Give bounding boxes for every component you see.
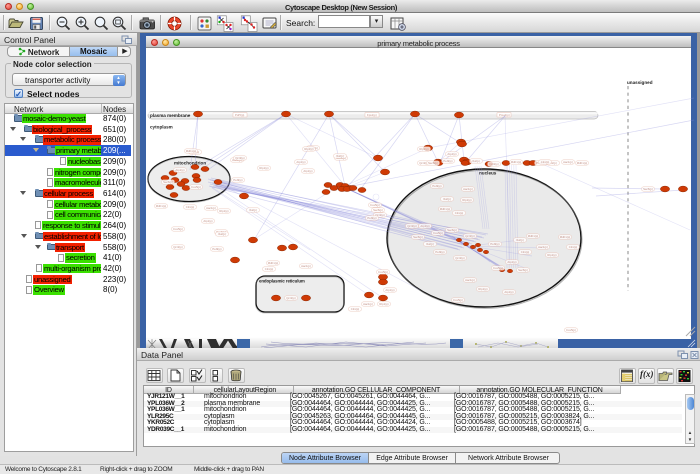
svg-text:Cox5(p): Cox5(p) [370,203,380,207]
svg-text:Atp1(p): Atp1(p) [420,224,429,228]
svg-text:Sec6(p): Sec6(p) [643,187,653,191]
svg-text:Sec6(p): Sec6(p) [447,228,457,232]
svg-text:Pet9(p): Pet9(p) [432,184,441,188]
svg-text:Atp1(p): Atp1(p) [203,219,212,223]
svg-text:Cit1(p): Cit1(p) [521,250,529,254]
svg-text:Atp1(p): Atp1(p) [296,160,305,164]
svg-text:Qcr2(p): Qcr2(p) [286,296,296,300]
svg-text:Pet9(p): Pet9(p) [490,242,499,246]
svg-text:Mdh1(p): Mdh1(p) [560,235,570,239]
svg-text:Cit1(p): Cit1(p) [186,205,194,209]
svg-text:Cox5(p): Cox5(p) [566,328,576,332]
svg-text:Rip1(p): Rip1(p) [379,302,388,306]
svg-text:Atp1(p): Atp1(p) [175,168,184,172]
svg-text:Cox5(p): Cox5(p) [173,227,183,231]
svg-text:Cox5(p): Cox5(p) [453,298,463,302]
svg-text:Qcr2(p): Qcr2(p) [465,234,475,238]
svg-text:Qcr2(p): Qcr2(p) [235,156,245,160]
svg-text:plasma membrane: plasma membrane [150,113,191,118]
svg-text:Cox5(p): Cox5(p) [433,231,443,235]
svg-text:Cox5(p): Cox5(p) [191,185,201,189]
svg-text:Pdr5(p): Pdr5(p) [235,113,244,117]
svg-text:unassigned: unassigned [627,80,653,85]
svg-text:Aac1(p): Aac1(p) [463,187,473,191]
svg-text:Qcr2(p): Qcr2(p) [489,162,499,166]
svg-text:Cit1(p): Cit1(p) [541,160,549,164]
svg-text:Cit1(p): Cit1(p) [569,245,577,249]
svg-text:Mdh1(p): Mdh1(p) [511,160,521,164]
svg-text:Mdh1(p): Mdh1(p) [440,207,450,211]
svg-text:Mdh1(p): Mdh1(p) [186,149,196,153]
svg-text:Mdh1(p): Mdh1(p) [268,261,278,265]
svg-text:Rip1(p): Rip1(p) [462,198,471,202]
svg-text:Atp1(p): Atp1(p) [507,260,516,264]
svg-text:Ilv2(p): Ilv2(p) [472,159,480,163]
svg-text:Ilv2(p): Ilv2(p) [249,208,257,212]
svg-text:Cox5(p): Cox5(p) [493,266,503,270]
svg-text:Aac1(p): Aac1(p) [363,302,373,306]
svg-text:Rip1(p): Rip1(p) [547,253,556,257]
svg-text:Qcr2(p): Qcr2(p) [407,224,417,228]
svg-text:Aac1(p): Aac1(p) [206,206,216,210]
svg-text:Atp1(p): Atp1(p) [303,169,312,173]
svg-text:Atp1(p): Atp1(p) [385,288,394,292]
svg-text:Pet9(p): Pet9(p) [443,159,452,163]
svg-text:Cit1(p): Cit1(p) [351,307,359,311]
svg-text:Atp1(p): Atp1(p) [447,152,456,156]
svg-text:Cit1(p): Cit1(p) [455,211,463,215]
svg-text:Sec6(p): Sec6(p) [413,235,423,239]
svg-text:Ilv2(p): Ilv2(p) [218,232,226,236]
svg-text:cytoplasm: cytoplasm [150,125,173,130]
svg-text:Sec6(p): Sec6(p) [518,268,528,272]
svg-text:Pet9(p): Pet9(p) [233,178,242,182]
svg-text:Ilv2(p): Ilv2(p) [443,197,451,201]
svg-text:Cox5(p): Cox5(p) [378,270,388,274]
svg-text:Aac1(p): Aac1(p) [465,278,475,282]
svg-text:Mdh1(p): Mdh1(p) [577,161,587,165]
svg-text:endoplasmic reticulum: endoplasmic reticulum [259,279,305,284]
svg-text:Pet9(p): Pet9(p) [435,250,444,254]
svg-text:Ilv2(p): Ilv2(p) [426,242,434,246]
svg-text:Pet9(p): Pet9(p) [367,216,376,220]
svg-text:Fps1(p): Fps1(p) [367,113,377,117]
svg-text:Rip1(p): Rip1(p) [304,147,313,151]
svg-text:Pet9(p): Pet9(p) [212,247,221,251]
svg-text:Qcr2(p): Qcr2(p) [455,256,465,260]
svg-text:Ilv2(p): Ilv2(p) [516,238,524,242]
svg-text:Rip1(p): Rip1(p) [259,166,268,170]
svg-text:Cit1(p): Cit1(p) [265,267,273,271]
svg-text:Sec6(p): Sec6(p) [428,161,438,165]
svg-text:Rip1(p): Rip1(p) [219,209,228,213]
svg-text:Mdh1(p): Mdh1(p) [528,234,538,238]
svg-text:Aac1(p): Aac1(p) [538,245,548,249]
svg-text:Qcr2(p): Qcr2(p) [173,245,183,249]
svg-text:Atp1(p): Atp1(p) [504,290,513,294]
svg-text:Aac1(p): Aac1(p) [563,160,573,164]
svg-text:Aac1(p): Aac1(p) [301,264,311,268]
svg-text:Mdh1(p): Mdh1(p) [156,204,166,208]
svg-text:Rip1(p): Rip1(p) [478,287,487,291]
svg-text:Sec6(p): Sec6(p) [373,208,383,212]
svg-text:Rip1(p): Rip1(p) [419,147,428,151]
svg-text:Ilv2(p): Ilv2(p) [336,154,344,158]
svg-text:Sec6(p): Sec6(p) [163,180,173,184]
